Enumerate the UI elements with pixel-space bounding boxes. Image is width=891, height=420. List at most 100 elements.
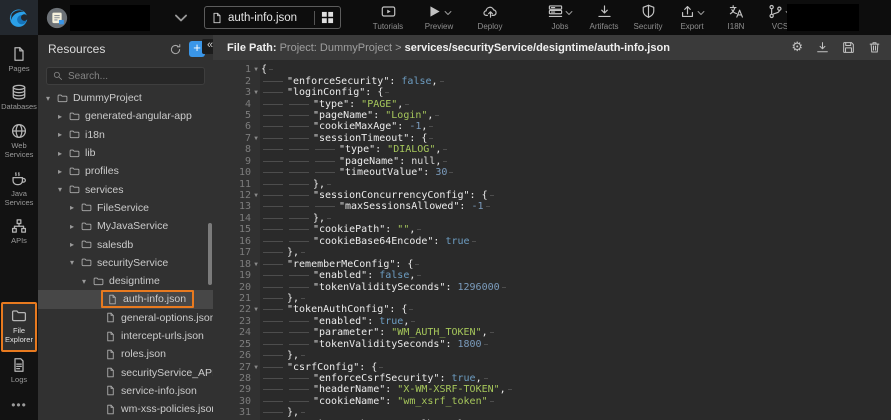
code-line-10[interactable]: 10"timeoutValue": 30 <box>213 167 891 178</box>
tree-item-dummyproject[interactable]: ▾DummyProject <box>38 89 213 107</box>
code-line-3[interactable]: 3▼"loginConfig": { <box>213 87 891 98</box>
sidebar-item-file-explorer[interactable]: FileExplorer <box>1 302 37 352</box>
open-file-tab[interactable]: auth-info.json <box>204 6 341 29</box>
caret-expanded-icon[interactable]: ▾ <box>58 185 69 194</box>
tree-item-myjavaservice[interactable]: ▸MyJavaService <box>38 217 213 235</box>
sidebar-item-web-services[interactable]: WebServices <box>1 118 37 166</box>
grid-icon[interactable] <box>321 11 334 24</box>
refresh-icon[interactable] <box>169 43 182 56</box>
code-line-14[interactable]: 14}, <box>213 213 891 224</box>
sidebar-item-pages[interactable]: Pages <box>1 41 37 79</box>
code-editor[interactable]: 1▼{2"enforceSecurity": false,3▼"loginCon… <box>213 60 891 420</box>
caret-expanded-icon[interactable]: ▾ <box>70 258 81 267</box>
fold-caret-icon[interactable]: ▼ <box>251 364 261 371</box>
more-options-button[interactable]: ••• <box>11 390 27 420</box>
code-line-12[interactable]: 12▼"sessionConcurrencyConfig": { <box>213 190 891 201</box>
search-input[interactable] <box>68 71 188 82</box>
tree-item-generated-angular-app[interactable]: ▸generated-angular-app <box>38 107 213 125</box>
code-line-18[interactable]: 18▼"rememberMeConfig": { <box>213 258 891 269</box>
code-line-29[interactable]: 29"headerName": "X-WM-XSRF-TOKEN", <box>213 384 891 395</box>
code-line-9[interactable]: 9"pageName": null, <box>213 156 891 167</box>
caret-expanded-icon[interactable]: ▾ <box>46 94 57 103</box>
project-crumb[interactable]: Project: DummyProject > <box>277 42 405 54</box>
tree-item-securityservice[interactable]: ▾securityService <box>38 254 213 272</box>
code-line-20[interactable]: 20"tokenValiditySeconds": 1296000 <box>213 281 891 292</box>
code-line-21[interactable]: 21}, <box>213 293 891 304</box>
tree-item-designtime[interactable]: ▾designtime <box>38 272 213 290</box>
fold-caret-icon[interactable]: ▼ <box>251 89 261 96</box>
code-line-13[interactable]: 13"maxSessionsAllowed": -1 <box>213 201 891 212</box>
tree-item-i18n[interactable]: ▸i18n <box>38 126 213 144</box>
code-line-5[interactable]: 5"pageName": "Login", <box>213 110 891 121</box>
resources-scrollbar[interactable] <box>208 223 212 285</box>
tree-item-intercept-urls-json[interactable]: intercept-urls.json <box>38 327 213 345</box>
tree-item-auth-info-json[interactable]: auth-info.json <box>38 290 213 308</box>
save-file-icon[interactable] <box>842 41 855 54</box>
menu-item-i18n[interactable]: I18N <box>717 4 755 31</box>
code-line-27[interactable]: 27▼"csrfConfig": { <box>213 361 891 372</box>
code-line-26[interactable]: 26}, <box>213 350 891 361</box>
chevron-down-icon[interactable] <box>174 11 188 25</box>
code-line-19[interactable]: 19"enabled": false, <box>213 270 891 281</box>
code-line-28[interactable]: 28"enforceCsrfSecurity": true, <box>213 373 891 384</box>
code-line-8[interactable]: 8"type": "DIALOG", <box>213 144 891 155</box>
tree-item-fileservice[interactable]: ▸FileService <box>38 199 213 217</box>
sidebar-item-databases[interactable]: Databases <box>1 79 37 117</box>
code-line-15[interactable]: 15"cookiePath": "", <box>213 224 891 235</box>
sidebar-item-java-services[interactable]: JavaServices <box>1 166 37 214</box>
fold-caret-icon[interactable]: ▼ <box>251 135 261 142</box>
menu-item-jobs[interactable]: Jobs <box>541 4 579 31</box>
code-line-1[interactable]: 1▼{ <box>213 64 891 75</box>
tree-item-services[interactable]: ▾services <box>38 180 213 198</box>
code-line-2[interactable]: 2"enforceSecurity": false, <box>213 75 891 86</box>
tree-item-lib[interactable]: ▸lib <box>38 144 213 162</box>
fold-caret-icon[interactable]: ▼ <box>251 192 261 199</box>
tree-item-general-options-json[interactable]: general-options.json <box>38 309 213 327</box>
chevron-down-icon[interactable] <box>697 9 705 17</box>
fold-caret-icon[interactable]: ▼ <box>251 306 261 313</box>
caret-collapsed-icon[interactable]: ▸ <box>58 112 69 121</box>
tree-item-roles-json[interactable]: roles.json <box>38 345 213 363</box>
tree-item-service-info-json[interactable]: service-info.json <box>38 382 213 400</box>
caret-collapsed-icon[interactable]: ▸ <box>70 203 81 212</box>
chevron-down-icon[interactable] <box>444 9 452 17</box>
caret-collapsed-icon[interactable]: ▸ <box>58 167 69 176</box>
sidebar-item-logs[interactable]: Logs <box>1 352 37 390</box>
tree-item-salesdb[interactable]: ▸salesdb <box>38 235 213 253</box>
caret-collapsed-icon[interactable]: ▸ <box>58 130 69 139</box>
menu-item-security[interactable]: Security <box>629 4 667 31</box>
code-line-6[interactable]: 6"cookieMaxAge": -1, <box>213 121 891 132</box>
code-line-31[interactable]: 31}, <box>213 407 891 418</box>
code-line-22[interactable]: 22▼"tokenAuthConfig": { <box>213 304 891 315</box>
chevron-down-icon[interactable] <box>565 9 573 17</box>
code-line-7[interactable]: 7▼"sessionTimeout": { <box>213 133 891 144</box>
fold-caret-icon[interactable]: ▼ <box>251 261 261 268</box>
tree-item-securityservice-api-jso[interactable]: securityService_API.jso <box>38 363 213 381</box>
caret-collapsed-icon[interactable]: ▸ <box>70 240 81 249</box>
tree-item-profiles[interactable]: ▸profiles <box>38 162 213 180</box>
code-line-4[interactable]: 4"type": "PAGE", <box>213 98 891 109</box>
code-line-30[interactable]: 30"cookieName": "wm_xsrf_token" <box>213 396 891 407</box>
delete-file-icon[interactable] <box>868 41 881 54</box>
code-line-16[interactable]: 16"cookieBase64Encode": true <box>213 236 891 247</box>
caret-collapsed-icon[interactable]: ▸ <box>58 149 69 158</box>
editor-settings-gear-icon[interactable]: ⚙ <box>791 40 803 55</box>
download-file-icon[interactable] <box>816 41 829 54</box>
sidebar-item-apis[interactable]: APIs <box>1 213 37 251</box>
fold-caret-icon[interactable]: ▼ <box>251 66 261 73</box>
menu-item-preview[interactable]: Preview <box>413 4 465 31</box>
app-logo[interactable] <box>0 0 38 35</box>
code-line-17[interactable]: 17}, <box>213 247 891 258</box>
code-line-23[interactable]: 23"enabled": true, <box>213 316 891 327</box>
caret-expanded-icon[interactable]: ▾ <box>82 277 93 286</box>
tree-item-wm-xss-policies-json[interactable]: wm-xss-policies.json <box>38 400 213 418</box>
menu-item-tutorials[interactable]: Tutorials <box>369 4 407 31</box>
code-line-11[interactable]: 11}, <box>213 178 891 189</box>
project-avatar-icon[interactable] <box>46 7 68 29</box>
caret-collapsed-icon[interactable]: ▸ <box>70 222 81 231</box>
menu-item-export[interactable]: Export <box>673 4 711 31</box>
code-line-24[interactable]: 24"parameter": "WM_AUTH_TOKEN", <box>213 327 891 338</box>
code-line-25[interactable]: 25"tokenValiditySeconds": 1800 <box>213 339 891 350</box>
menu-item-artifacts[interactable]: Artifacts <box>585 4 623 31</box>
menu-item-deploy[interactable]: Deploy <box>471 4 509 31</box>
